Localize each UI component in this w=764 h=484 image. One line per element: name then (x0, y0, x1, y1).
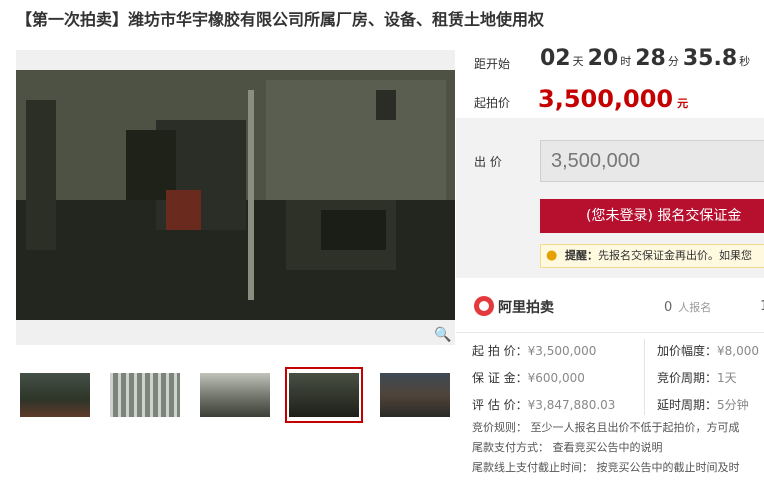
start-price-currency: 元 (677, 97, 689, 110)
detail-deposit: 保 证 金：¥600,000 (472, 371, 585, 385)
factory-photo-icon (16, 70, 455, 320)
detail-appraisal: 评 估 价：¥3,847,880.03 (472, 398, 616, 412)
thumbnail-3[interactable] (196, 367, 274, 423)
hours-value: 20 (587, 46, 619, 71)
detail-start-price: 起 拍 价：¥3,500,000 (472, 344, 597, 358)
days-unit: 天 (572, 55, 584, 68)
thumbnail-2[interactable] (106, 367, 184, 423)
detail-delay: 延时周期：5分钟 (657, 398, 749, 412)
platform-row: 阿里拍卖 0 人报名 1 (456, 288, 764, 326)
auction-rules: 竞价规则： 至少一人报名且出价不低于起拍价，方可成 尾款支付方式： 查看竞买公告… (472, 418, 764, 478)
main-photo-viewer: 🔍 (16, 50, 455, 345)
reminder-tip: ● 提醒：先报名交保证金再出价。如果您 (540, 244, 764, 268)
payment-line: 尾款支付方式： 查看竞买公告中的说明 (472, 441, 663, 454)
bid-panel: 出 价 3,500,000 (您未登录) 报名交保证金 ● 提醒：先报名交保证金… (456, 118, 764, 278)
page-title: 【第一次拍卖】潍坊市华宇橡胶有限公司所属厂房、设备、租赁土地使用权 (16, 10, 545, 29)
platform-name: 阿里拍卖 (498, 300, 554, 316)
days-value: 02 (540, 46, 571, 71)
registrant-value: 0 (664, 300, 673, 315)
start-price: 3,500,000 元 (538, 85, 688, 113)
register-deposit-button[interactable]: (您未登录) 报名交保证金 (540, 199, 764, 233)
details-divider (644, 339, 645, 415)
deadline-line: 尾款线上支付截止时间： 按竞买公告中的截止时间及时 (472, 461, 740, 474)
countdown-timer: 02 天 20 时 28 分 35.8 秒 (540, 46, 754, 71)
thumbnail-4-selected[interactable] (285, 367, 363, 423)
registrant-unit: 人报名 (678, 301, 712, 314)
bid-label: 出 价 (474, 155, 502, 169)
start-price-label: 起拍价 (474, 96, 511, 110)
auction-details: 起 拍 价：¥3,500,000 保 证 金：¥600,000 评 估 价：¥3… (456, 332, 764, 416)
start-price-value: 3,500,000 (538, 85, 674, 113)
next-stat: 1 (760, 299, 764, 314)
hours-unit: 时 (620, 55, 632, 68)
countdown-label: 距开始 (474, 57, 511, 71)
detail-cycle: 竞价周期：1天 (657, 371, 737, 385)
rule-line: 竞价规则： 至少一人报名且出价不低于起拍价，方可成 (472, 421, 740, 434)
tip-label: 提醒： (565, 249, 598, 262)
thumbnail-strip (16, 367, 456, 423)
ali-auction-logo-icon (474, 296, 494, 316)
tip-text: 先报名交保证金再出价。如果您 (598, 249, 752, 262)
seconds-value: 35.8 (682, 46, 738, 71)
registrant-count: 0 人报名 (664, 299, 711, 315)
bid-amount-input[interactable]: 3,500,000 (540, 140, 764, 182)
minutes-unit: 分 (667, 55, 679, 68)
main-photo[interactable] (16, 70, 455, 320)
magnifier-icon[interactable]: 🔍 (433, 325, 453, 345)
thumbnail-5[interactable] (376, 367, 454, 423)
auction-summary: 距开始 02 天 20 时 28 分 35.8 秒 起拍价 3,500,000 元 (456, 40, 764, 118)
thumbnail-1[interactable] (16, 367, 94, 423)
seconds-unit: 秒 (739, 55, 751, 68)
detail-increment: 加价幅度：¥8,000 (657, 344, 760, 358)
minutes-value: 28 (635, 46, 666, 71)
lightbulb-icon: ● (546, 248, 558, 263)
